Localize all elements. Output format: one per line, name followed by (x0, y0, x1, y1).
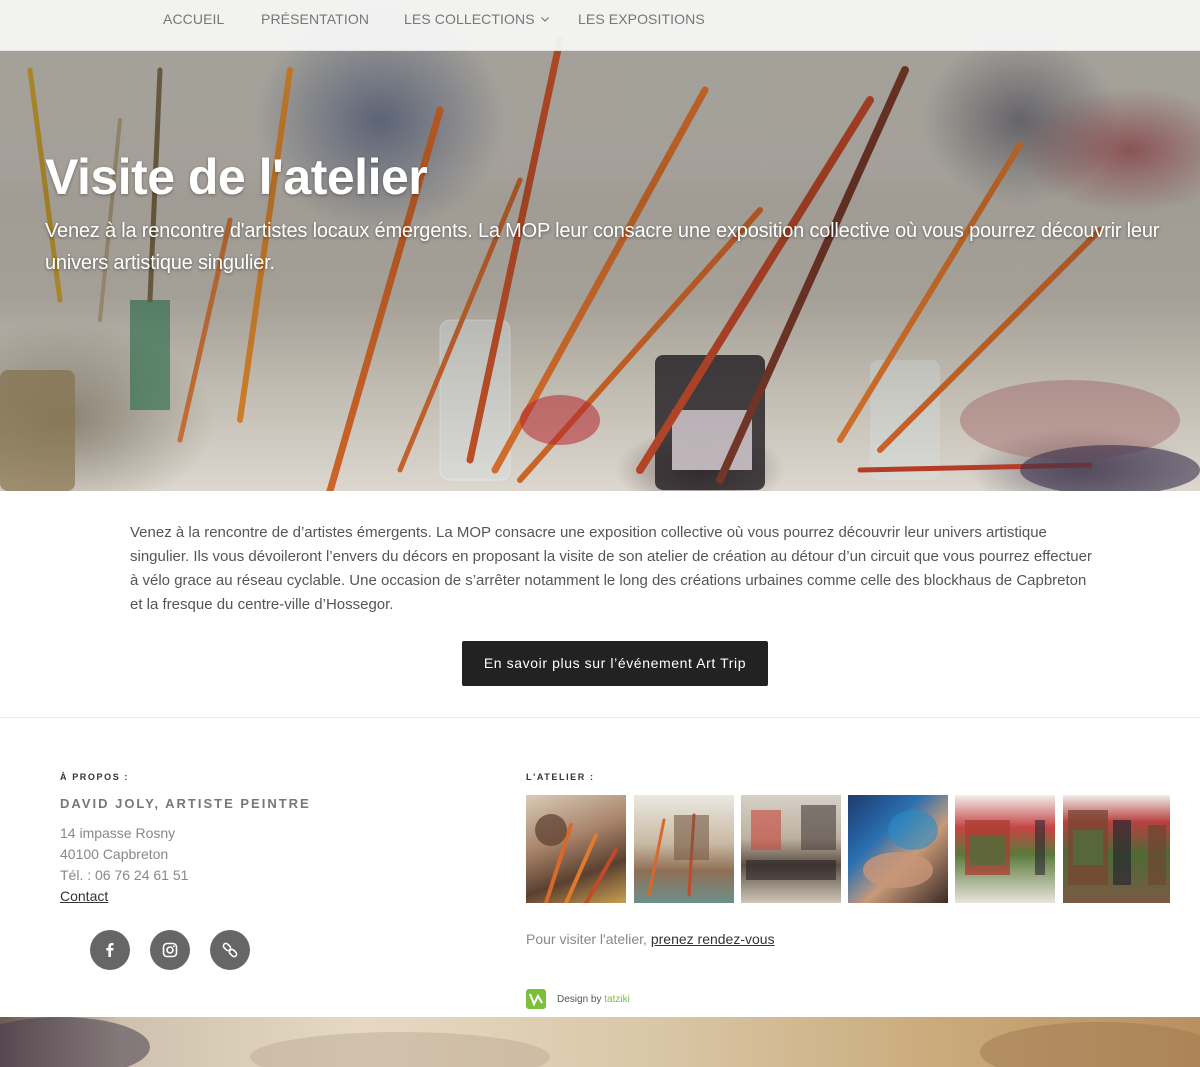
nav-item-collections[interactable]: LES COLLECTIONS (404, 11, 549, 27)
visit-text: Pour visiter l'atelier, prenez rendez-vo… (526, 931, 775, 947)
atelier-label: L'ATELIER : (526, 772, 595, 782)
instagram-icon (162, 942, 178, 958)
chevron-down-icon (540, 17, 549, 22)
page-title: Visite de l'atelier (45, 149, 428, 205)
nav-item-presentation[interactable]: PRÉSENTATION (261, 11, 369, 27)
tatziki-logo-icon (529, 993, 543, 1007)
designer-logo[interactable] (526, 989, 546, 1009)
art-trip-button[interactable]: En savoir plus sur l’événement Art Trip (462, 641, 768, 686)
atelier-thumbnail[interactable] (634, 795, 734, 903)
nav-item-collections-label: LES COLLECTIONS (404, 11, 535, 27)
main-navigation: ACCUEIL PRÉSENTATION LES COLLECTIONS LES… (0, 0, 1200, 51)
atelier-thumbnail[interactable] (741, 795, 841, 903)
atelier-thumbnail[interactable] (526, 795, 626, 903)
design-credit: Design by tatziki (557, 994, 630, 1005)
link-icon (222, 942, 238, 958)
atelier-thumbnail[interactable] (848, 795, 948, 903)
designer-link[interactable]: tatziki (604, 994, 630, 1005)
appointment-link[interactable]: prenez rendez-vous (651, 931, 775, 947)
atelier-thumbnail[interactable] (1063, 795, 1170, 903)
section-divider (0, 717, 1200, 718)
about-label: À PROPOS : (60, 772, 130, 782)
facebook-icon (106, 943, 114, 957)
address-city: 40100 Capbreton (60, 846, 169, 862)
atelier-thumbnail[interactable] (955, 795, 1055, 903)
visit-prefix: Pour visiter l'atelier, (526, 931, 651, 947)
artist-name: DAVID JOLY, ARTISTE PEINTRE (60, 796, 311, 811)
phone-number: Tél. : 06 76 24 61 51 (60, 867, 189, 883)
intro-paragraph: Venez à la rencontre de d’artistes émerg… (130, 524, 1092, 613)
website-link-button[interactable] (210, 930, 250, 970)
hero-banner: Visite de l'atelier Venez à la rencontre… (0, 0, 1200, 491)
nav-item-expositions[interactable]: LES EXPOSITIONS (578, 11, 705, 27)
bottom-decorative-image (0, 1017, 1200, 1067)
nav-item-accueil[interactable]: ACCUEIL (163, 11, 224, 27)
facebook-button[interactable] (90, 930, 130, 970)
hero-subtitle: Venez à la rencontre d'artistes locaux é… (45, 220, 1160, 274)
contact-link[interactable]: Contact (60, 888, 108, 904)
design-prefix: Design by (557, 994, 605, 1005)
instagram-button[interactable] (150, 930, 190, 970)
address-street: 14 impasse Rosny (60, 825, 176, 841)
